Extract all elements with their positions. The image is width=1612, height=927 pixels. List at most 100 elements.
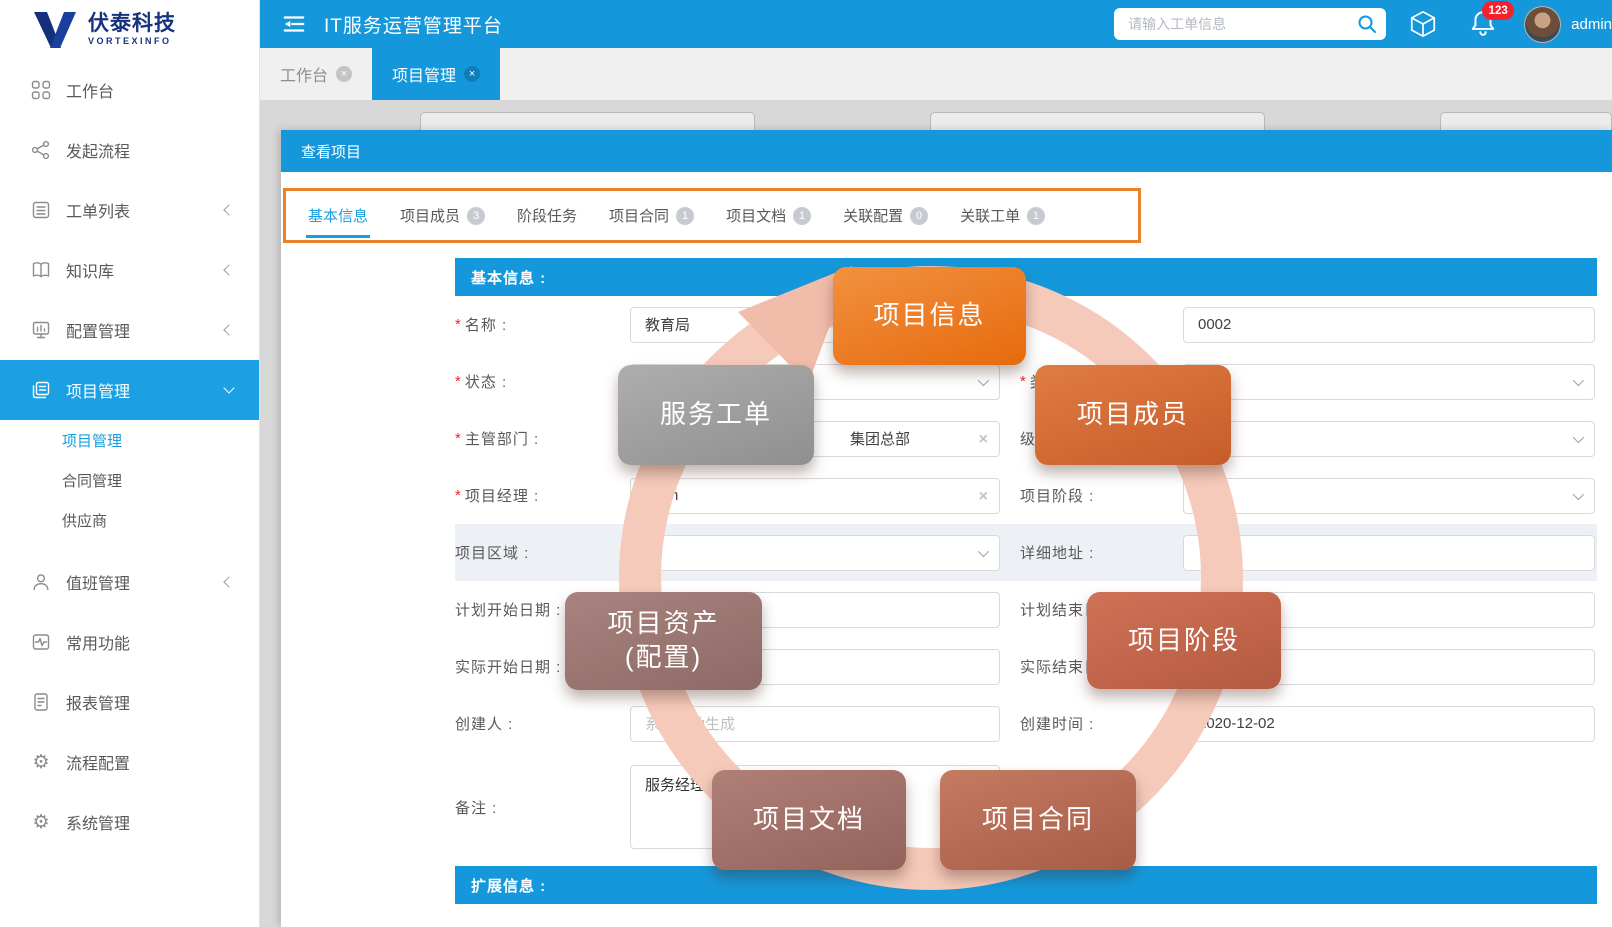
window-tab-strip: 工作台 × 项目管理 × [260,48,1612,100]
pulse-icon [30,631,52,653]
clear-icon[interactable]: × [979,430,988,449]
label-text: 项目阶段 : [1020,485,1094,506]
search-icon[interactable] [1356,13,1378,35]
sidebar-item-config-mgmt[interactable]: 配置管理 [0,300,259,360]
tab-label: 基本信息 [308,205,368,226]
label-text: 实际结束日期 : [1020,656,1126,677]
tab-related-config[interactable]: 关联配置0 [843,191,928,240]
sidebar-item-knowledge[interactable]: 知识库 [0,240,259,300]
sidebar-item-label: 常用功能 [66,630,130,654]
label-text: 类型 : [1030,371,1072,392]
vortex-logo-icon [32,10,78,50]
brand-subname: VORTEXINFO [88,37,176,46]
window-tab-label: 项目管理 [392,62,456,86]
window-tab-label: 工作台 [280,62,328,86]
label-text: 计划开始日期 : [455,599,561,620]
close-tab-icon[interactable]: × [464,66,480,82]
sidebar-item-ticket-list[interactable]: 工单列表 [0,180,259,240]
search-input[interactable] [1114,16,1339,32]
window-tab-workbench[interactable]: 工作台 × [260,48,372,100]
form-row: *主管部门 :集团总部×级别 : [455,410,1597,467]
field-value: 0002 [1198,316,1231,333]
sidebar-item-report-mgmt[interactable]: 报表管理 [0,672,259,732]
actual-end-field[interactable] [1183,649,1595,685]
clear-icon[interactable]: × [979,487,988,506]
window-tab-project[interactable]: 项目管理 × [372,48,500,100]
creator-field[interactable]: 系统自动生成 [630,706,1000,742]
manager-field[interactable]: lwwh× [630,478,1000,514]
sidebar-subitem-contract-mgmt[interactable]: 合同管理 [0,460,259,500]
cube-icon[interactable] [1408,9,1438,39]
required-star: * [1020,373,1027,390]
sidebar-item-workbench[interactable]: 工作台 [0,60,259,120]
status-field[interactable] [630,364,1000,400]
code-field[interactable]: 0002 [1183,307,1595,343]
monitor-icon [30,319,52,341]
sidebar-item-start-flow[interactable]: 发起流程 [0,120,259,180]
sidebar-item-duty-mgmt[interactable]: 值班管理 [0,552,259,612]
tab-count-badge: 1 [793,207,811,225]
sidebar-item-label: 工单列表 [66,198,130,222]
address-field[interactable] [1183,535,1595,571]
tab-basic-info[interactable]: 基本信息 [308,191,368,240]
chevron-left-icon [223,576,234,587]
tab-contracts[interactable]: 项目合同1 [609,191,694,240]
chevron-down-icon [1573,488,1584,499]
sidebar-item-label: 配置管理 [66,318,130,342]
sidebar-item-common-func[interactable]: 常用功能 [0,612,259,672]
remark-placeholder: 服务经理维护 [645,777,735,794]
plan-end-label: 计划结束日期 : [1000,599,1183,620]
required-star: * [455,373,462,390]
menu-fold-icon[interactable] [282,11,308,37]
tab-related-tickets[interactable]: 关联工单1 [960,191,1045,240]
actual-start-label: 实际开始日期 : [455,656,630,677]
avatar[interactable] [1524,6,1561,43]
chevron-left-icon [223,204,234,215]
sidebar-item-label: 报表管理 [66,690,130,714]
plan-end-field[interactable] [1183,592,1595,628]
sidebar-item-project-mgmt[interactable]: 项目管理 [0,360,259,420]
tab-label: 阶段任务 [517,205,577,226]
tab-members[interactable]: 项目成员3 [400,191,485,240]
phase-label: 项目阶段 : [1000,485,1183,506]
sidebar-item-flow-config[interactable]: ⚙流程配置 [0,732,259,792]
sidebar-subitem-project-mgmt-sub[interactable]: 项目管理 [0,420,259,460]
sidebar-subitem-supplier[interactable]: 供应商 [0,500,259,540]
sidebar-item-label: 流程配置 [66,750,130,774]
type-label: *类型 : [1000,371,1183,392]
phase-field[interactable]: 保 [1183,478,1595,514]
name-field[interactable]: 教育局 [630,307,1000,343]
background-input-2 [930,112,1265,130]
plan-start-label: 计划开始日期 : [455,599,630,620]
tab-label: 项目成员 [400,205,460,226]
plan-start-field[interactable] [630,592,1000,628]
required-star: * [455,430,462,447]
notification-bell-icon[interactable]: 123 [1470,9,1498,39]
sidebar-item-system-mgmt[interactable]: ⚙系统管理 [0,792,259,852]
label-text: 级别 : [1020,428,1062,449]
form-row: *状态 :*类型 : [455,353,1597,410]
search-box [1114,8,1386,40]
remark-field[interactable]: 服务经理维护 [630,765,1000,849]
label-text: 创建时间 : [1020,713,1094,734]
type-field[interactable] [1183,364,1595,400]
label-text: 名称 : [465,314,507,335]
user-icon [30,571,52,593]
form-row: 项目区域 :全详细地址 : [455,524,1597,581]
tab-label: 关联配置 [843,205,903,226]
form-rows: *名称 :教育局0002*状态 :*类型 :*主管部门 :集团总部×级别 :*项… [455,296,1597,752]
list-icon [30,199,52,221]
actual-start-field[interactable] [630,649,1000,685]
close-tab-icon[interactable]: × [336,66,352,82]
department-field[interactable]: 集团总部× [630,421,1000,457]
level-field[interactable] [1183,421,1595,457]
tab-phase-tasks[interactable]: 阶段任务 [517,191,577,240]
label-text: 实际开始日期 : [455,656,561,677]
content-backdrop: 查看项目 基本信息项目成员3阶段任务项目合同1项目文档1关联配置0关联工单1 基… [260,100,1612,927]
tab-label: 关联工单 [960,205,1020,226]
region-field[interactable]: 全 [630,535,1000,571]
create-time-field[interactable]: 2020-12-02 [1183,706,1595,742]
remark-label: 备注 : [455,797,630,818]
required-star: * [455,316,462,333]
tab-documents[interactable]: 项目文档1 [726,191,811,240]
